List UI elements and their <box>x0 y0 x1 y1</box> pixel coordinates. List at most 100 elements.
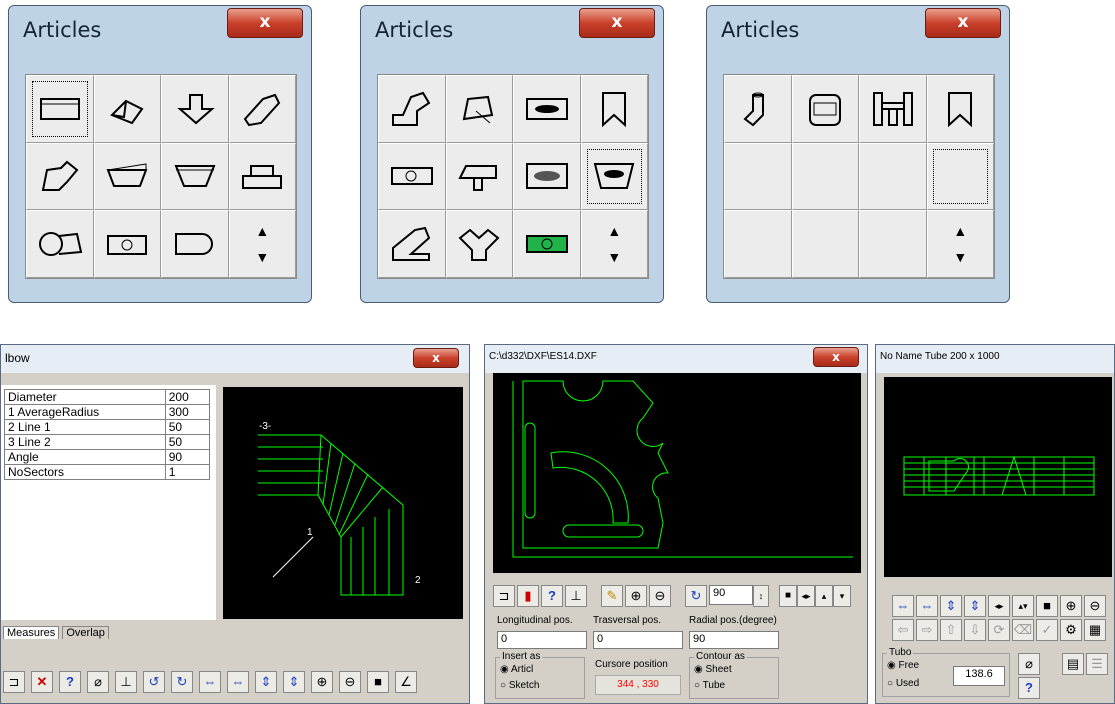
empty-slot[interactable] <box>791 210 859 278</box>
help-icon[interactable]: ? <box>541 585 563 607</box>
rotate-icon[interactable]: ↻ <box>685 585 707 607</box>
refresh-icon[interactable]: ⟳ <box>988 619 1010 641</box>
empty-slot[interactable] <box>859 210 927 278</box>
up-down-icon[interactable]: ▴▾ <box>1012 595 1034 617</box>
article-round-to-rect-button[interactable] <box>26 210 94 278</box>
used-radio[interactable]: ○ Used <box>887 678 919 689</box>
zoom-out-icon[interactable]: ⊖ <box>649 585 671 607</box>
article-branch-button[interactable] <box>26 142 94 211</box>
scroll-updown[interactable]: ▲ ▼ <box>926 210 994 278</box>
list-icon[interactable]: ☰ <box>1086 653 1108 675</box>
table-row[interactable]: 1 AverageRadius 300 <box>4 404 211 420</box>
param-value[interactable]: 90 <box>164 449 211 465</box>
close-button[interactable]: x <box>413 348 459 368</box>
flip-v2-icon[interactable]: ⇕ <box>964 595 986 617</box>
radial-input[interactable]: 90 <box>689 631 779 649</box>
settings-icon[interactable]: ⚙ <box>1060 619 1082 641</box>
close-button[interactable]: x <box>227 8 303 38</box>
article-rect-with-hole-button[interactable] <box>93 210 161 278</box>
article-boot-button[interactable] <box>378 210 446 278</box>
stop-icon[interactable]: ■ <box>367 671 389 693</box>
length-value[interactable]: 138.6 <box>953 666 1005 686</box>
axes-icon[interactable]: ⊥ <box>565 585 587 607</box>
zoom-in-icon[interactable]: ⊕ <box>311 671 333 693</box>
contour-sheet-radio[interactable]: ◉ Sheet <box>694 664 732 675</box>
insert-icon[interactable]: ⊐ <box>3 671 25 693</box>
zoom-out-icon[interactable]: ⊖ <box>339 671 361 693</box>
table-row[interactable]: Angle 90 <box>4 449 211 465</box>
table-row[interactable]: 2 Line 1 50 <box>4 419 211 435</box>
up-icon[interactable]: ▴ <box>815 585 833 607</box>
article-rect-duct-button[interactable] <box>26 75 94 143</box>
insert-sketch-radio[interactable]: ○ Sketch <box>500 680 539 691</box>
axes-icon[interactable]: ⊥ <box>115 671 137 693</box>
article-end-button[interactable] <box>161 210 229 278</box>
flip-v-icon[interactable]: ⇕ <box>255 671 277 693</box>
article-cut-transition-button[interactable] <box>445 75 513 143</box>
stop-icon[interactable]: ■ <box>779 585 797 607</box>
close-button[interactable]: x <box>925 8 1001 38</box>
param-value[interactable]: 300 <box>164 404 211 420</box>
stop-icon[interactable]: ■ <box>1036 595 1058 617</box>
color-icon[interactable]: ▮ <box>517 585 539 607</box>
insert-icon[interactable]: ⊐ <box>493 585 515 607</box>
article-oval-flange-button[interactable] <box>513 75 581 143</box>
free-radio[interactable]: ◉ Free <box>887 660 919 671</box>
empty-slot[interactable] <box>724 210 792 278</box>
mirror-h-icon[interactable]: ⇔ <box>892 595 914 617</box>
empty-slot[interactable] <box>724 142 792 211</box>
check-icon[interactable]: ✓ <box>1036 619 1058 641</box>
table-row[interactable]: NoSectors 1 <box>4 464 211 480</box>
spin-icon[interactable]: ↕ <box>753 585 769 607</box>
article-pipe-elbow-button[interactable] <box>724 75 792 143</box>
dxf-preview-canvas[interactable] <box>493 373 861 573</box>
article-down-arrow-button[interactable] <box>161 75 229 143</box>
left-right-icon[interactable]: ◂▸ <box>988 595 1010 617</box>
insert-articl-radio[interactable]: ◉ Articl <box>500 664 533 675</box>
article-table-button[interactable] <box>445 142 513 211</box>
down-icon[interactable]: ▾ <box>833 585 851 607</box>
param-value[interactable]: 50 <box>164 434 211 450</box>
article-oval-damper-button[interactable] <box>513 142 581 211</box>
article-y-branch-button[interactable] <box>445 210 513 278</box>
angle-icon[interactable]: ∠ <box>395 671 417 693</box>
eraser-icon[interactable]: ⌀ <box>87 671 109 693</box>
article-trapezoid-button[interactable] <box>93 142 161 211</box>
article-offset-button[interactable] <box>228 75 296 143</box>
param-value[interactable]: 1 <box>164 464 211 480</box>
article-hopper-button[interactable] <box>161 142 229 211</box>
article-elbow-piece-button[interactable] <box>378 75 446 143</box>
left-icon[interactable]: ◂▸ <box>797 585 815 607</box>
scroll-up-icon[interactable]: ▲ <box>953 218 967 244</box>
article-h-frame-button[interactable] <box>859 75 927 143</box>
flip-v2-icon[interactable]: ⇕ <box>283 671 305 693</box>
tube-preview-canvas[interactable] <box>884 377 1112 577</box>
empty-slot[interactable] <box>859 142 927 211</box>
table-row[interactable]: Diameter 200 <box>4 389 211 405</box>
table-row[interactable]: 3 Line 2 50 <box>4 434 211 450</box>
tab-overlap[interactable]: Overlap <box>62 626 109 639</box>
flip-v-icon[interactable]: ⇕ <box>940 595 962 617</box>
scroll-updown[interactable]: ▲ ▼ <box>228 210 296 278</box>
delete-icon[interactable]: ✕ <box>31 671 53 693</box>
zoom-out-icon[interactable]: ⊖ <box>1084 595 1106 617</box>
article-drum-button[interactable] <box>791 75 859 143</box>
article-bookmark-button[interactable] <box>580 75 648 143</box>
article-transition-button[interactable] <box>93 75 161 143</box>
mirror-h2-icon[interactable]: ⇔ <box>916 595 938 617</box>
article-cap-button[interactable] <box>228 142 296 211</box>
article-bookmark-button[interactable] <box>926 75 994 143</box>
down-arrow-icon[interactable]: ⇩ <box>964 619 986 641</box>
article-green-pipe-button[interactable] <box>513 210 581 278</box>
rotate-left-icon[interactable]: ↺ <box>143 671 165 693</box>
contour-tube-radio[interactable]: ○ Tube <box>694 680 725 691</box>
elbow-preview-canvas[interactable]: -3- 1 2 <box>223 387 463 619</box>
scroll-updown[interactable]: ▲ ▼ <box>580 210 648 278</box>
help-button[interactable]: ? <box>1018 677 1040 699</box>
longitudinal-input[interactable]: 0 <box>497 631 587 649</box>
up-arrow-icon[interactable]: ⇧ <box>940 619 962 641</box>
rotation-input[interactable]: 90 <box>709 585 753 605</box>
scroll-up-icon[interactable]: ▲ <box>255 218 269 244</box>
rotate-right-icon[interactable]: ↻ <box>171 671 193 693</box>
param-value[interactable]: 200 <box>164 389 211 405</box>
